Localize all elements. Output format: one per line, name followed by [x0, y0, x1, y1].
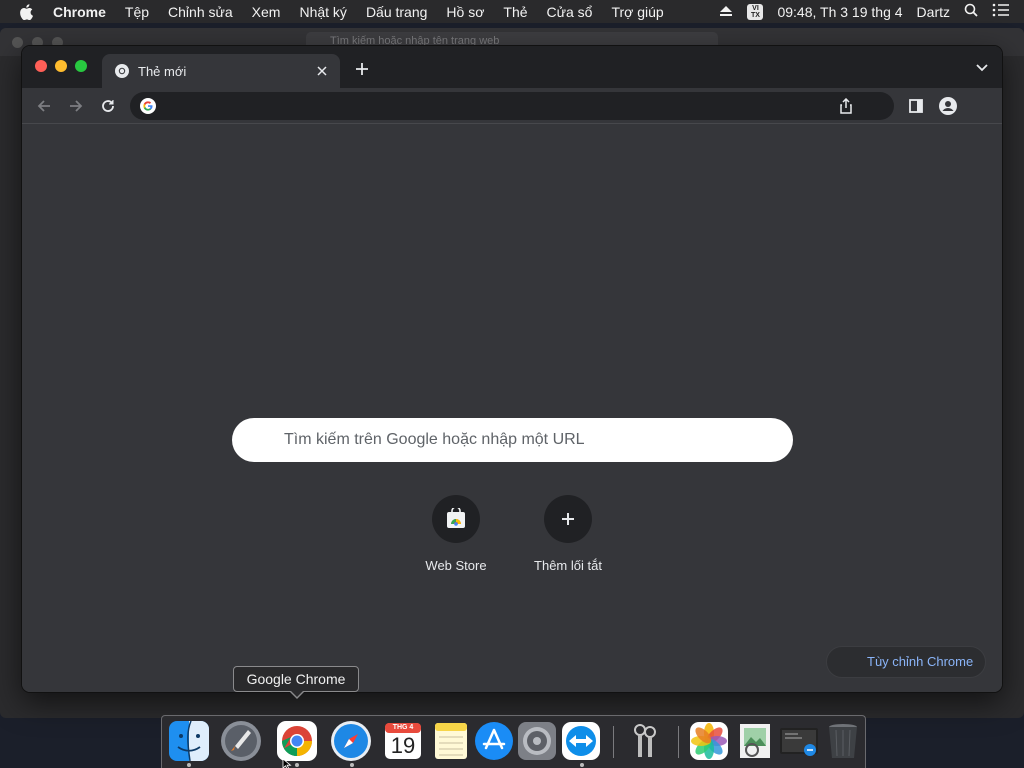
- menu-view[interactable]: Xem: [252, 4, 281, 20]
- safari-running-dot: [350, 763, 354, 767]
- menu-window[interactable]: Cửa sổ: [547, 4, 593, 20]
- tab-strip: Thẻ mới: [22, 46, 1002, 88]
- shortcut-label-web-store: Web Store: [425, 558, 487, 573]
- clock[interactable]: 09:48, Th 3 19 thg 4: [777, 4, 902, 20]
- menu-tab[interactable]: Thẻ: [503, 4, 527, 20]
- menu-profiles[interactable]: Hồ sơ: [446, 4, 484, 20]
- dock-notes-icon[interactable]: [430, 720, 472, 762]
- menu-edit[interactable]: Chỉnh sửa: [168, 4, 233, 20]
- dock-screenshot-icon[interactable]: [778, 720, 820, 762]
- input-source-top: VI: [752, 4, 759, 12]
- shortcut-web-store[interactable]: Web Store: [400, 495, 512, 573]
- window-minimize-button[interactable]: [55, 60, 67, 72]
- dock-separator-2: [678, 726, 679, 758]
- forward-arrow-icon[interactable]: [64, 94, 88, 118]
- dock-preview-icon[interactable]: [734, 720, 776, 762]
- spotlight-icon[interactable]: [964, 3, 978, 20]
- reload-icon[interactable]: [96, 94, 120, 118]
- new-tab-plus-icon[interactable]: [352, 59, 372, 79]
- mouse-cursor-icon: [282, 757, 292, 768]
- plus-icon: [544, 495, 592, 543]
- menu-help[interactable]: Trợ giúp: [611, 4, 663, 20]
- chrome-favicon-icon: [114, 63, 130, 79]
- dock-separator: [613, 726, 614, 758]
- toolbar: [22, 88, 1002, 124]
- omnibox[interactable]: [130, 92, 894, 120]
- apple-menu-icon[interactable]: [19, 3, 37, 20]
- dock-teamviewer-icon[interactable]: [560, 720, 602, 762]
- finder-running-dot: [187, 763, 191, 767]
- eject-icon[interactable]: [719, 4, 733, 20]
- dock-keychain-icon[interactable]: [624, 720, 666, 762]
- dock-calendar-icon[interactable]: THG 4 19: [382, 720, 424, 762]
- dock-photos-icon[interactable]: [688, 720, 730, 762]
- dock-safari-icon[interactable]: [330, 720, 372, 762]
- calendar-day: 19: [390, 733, 416, 758]
- ntp-search-box[interactable]: Tìm kiếm trên Google hoặc nhập một URL: [232, 418, 793, 462]
- shortcut-label-add: Thêm lối tắt: [534, 558, 602, 573]
- back-arrow-icon[interactable]: [32, 94, 56, 118]
- shortcut-add[interactable]: Thêm lối tắt: [512, 495, 624, 573]
- chrome-window: Thẻ mới Tìm kiếm trên Google hoặc nhập m…: [22, 46, 1002, 692]
- window-close-button[interactable]: [35, 60, 47, 72]
- customize-chrome-button[interactable]: Tùy chỉnh Chrome: [826, 646, 986, 678]
- window-zoom-button[interactable]: [75, 60, 87, 72]
- new-tab-page: Tìm kiếm trên Google hoặc nhập một URL W…: [22, 125, 1002, 692]
- tab-close-icon[interactable]: [312, 61, 332, 81]
- dock-trash-icon[interactable]: [822, 720, 864, 762]
- tab-search-chevron-icon[interactable]: [974, 60, 990, 76]
- dock-chrome-icon[interactable]: [276, 720, 318, 762]
- input-source-icon[interactable]: VI TX: [747, 3, 764, 20]
- chrome-running-dot: [295, 763, 299, 767]
- profile-avatar-icon[interactable]: [936, 94, 960, 118]
- web-store-icon: [432, 495, 480, 543]
- input-source-bottom: TX: [750, 11, 760, 19]
- share-icon[interactable]: [838, 97, 854, 114]
- calendar-month: THG 4: [392, 724, 414, 731]
- side-panel-icon[interactable]: [904, 94, 928, 118]
- dock-tooltip-arrow-inner: [290, 690, 304, 697]
- menu-bar: Chrome Tệp Chỉnh sửa Xem Nhật ký Dấu tra…: [0, 0, 1024, 23]
- dock-launchpad-icon[interactable]: [220, 720, 262, 762]
- google-g-icon: [140, 98, 156, 114]
- dock: THG 4 19: [161, 715, 866, 768]
- dock-app-store-icon[interactable]: [473, 720, 515, 762]
- customize-chrome-label: Tùy chỉnh Chrome: [867, 654, 974, 669]
- user-name[interactable]: Dartz: [917, 4, 950, 20]
- teamviewer-running-dot: [580, 763, 584, 767]
- menu-file[interactable]: Tệp: [125, 4, 149, 20]
- control-center-icon[interactable]: [992, 3, 1010, 20]
- dock-system-preferences-icon[interactable]: [516, 720, 558, 762]
- tab-new-tab[interactable]: Thẻ mới: [102, 54, 340, 88]
- dock-tooltip: Google Chrome: [233, 666, 359, 692]
- dock-finder-icon[interactable]: [168, 720, 210, 762]
- menu-history[interactable]: Nhật ký: [299, 4, 346, 20]
- status-area: VI TX 09:48, Th 3 19 thg 4 Dartz: [719, 0, 1024, 23]
- tab-title: Thẻ mới: [138, 63, 187, 79]
- menu-bookmarks[interactable]: Dấu trang: [366, 4, 427, 20]
- menu-app-name[interactable]: Chrome: [53, 4, 106, 20]
